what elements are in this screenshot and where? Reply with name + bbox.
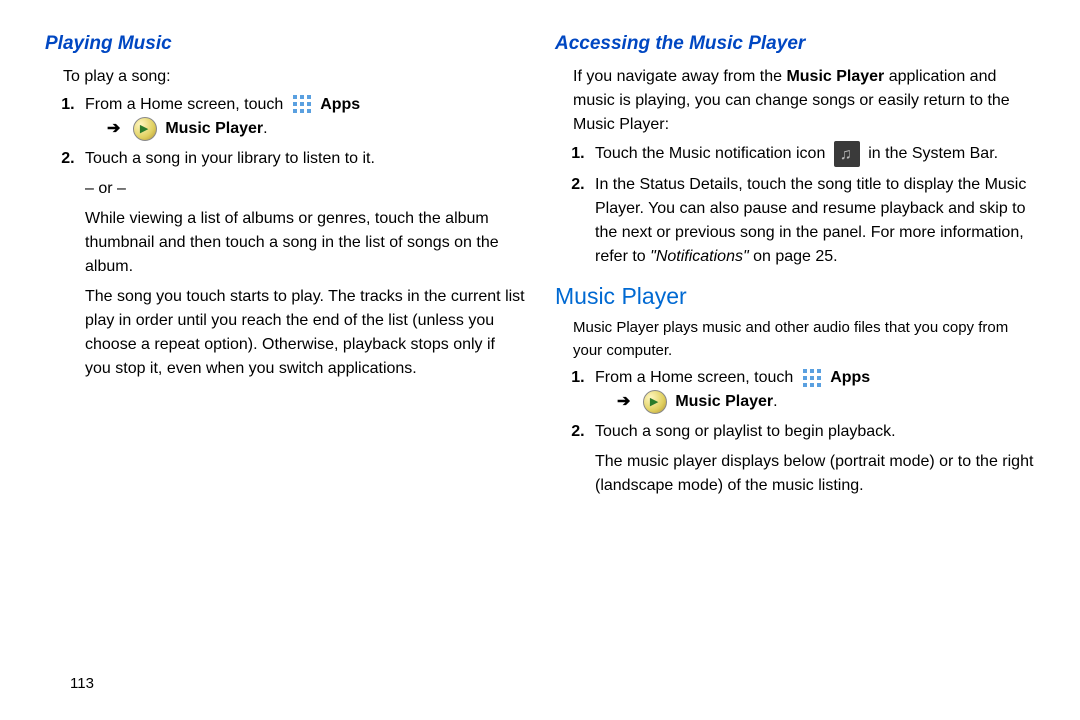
intro-text: To play a song: <box>63 65 525 89</box>
r2-step-1: From a Home screen, touch Apps ➔ Music P… <box>589 366 1035 414</box>
period: . <box>773 393 777 410</box>
left-steps: From a Home screen, touch Apps ➔ Music P… <box>79 93 525 381</box>
intro1-a: If you navigate away from the <box>573 68 786 85</box>
r1-step2-b: on page 25. <box>749 248 838 265</box>
step2-text-c: The song you touch starts to play. The t… <box>85 285 525 381</box>
r1-step-1: Touch the Music notification icon in the… <box>589 141 1035 167</box>
heading-music-player: Music Player <box>555 279 1035 314</box>
right-intro-2: Music Player plays music and other audio… <box>573 317 1035 362</box>
or-divider: – or – <box>85 177 525 201</box>
music-player-label: Music Player <box>165 120 263 137</box>
step2-text-a: Touch a song in your library to listen t… <box>85 150 375 167</box>
music-notification-icon <box>834 141 860 167</box>
period: . <box>263 120 267 137</box>
r2-note: The music player displays below (portrai… <box>595 450 1035 498</box>
left-column: Playing Music To play a song: From a Hom… <box>45 30 525 700</box>
arrow-icon: ➔ <box>107 117 120 141</box>
right-steps-1: Touch the Music notification icon in the… <box>589 141 1035 269</box>
intro1-bold: Music Player <box>786 68 884 85</box>
left-step-1: From a Home screen, touch Apps ➔ Music P… <box>79 93 525 141</box>
music-player-icon <box>643 390 667 414</box>
r2-step1-a: From a Home screen, touch <box>595 369 798 386</box>
apps-grid-icon <box>802 368 822 388</box>
right-intro-1: If you navigate away from the Music Play… <box>573 65 1035 137</box>
heading-accessing: Accessing the Music Player <box>555 30 1035 59</box>
apps-grid-icon <box>292 94 312 114</box>
r1-step2-ref: "Notifications" <box>650 248 749 265</box>
heading-playing-music: Playing Music <box>45 30 525 59</box>
manual-page: Playing Music To play a song: From a Hom… <box>0 0 1080 720</box>
apps-label: Apps <box>830 369 870 386</box>
left-step-2: Touch a song in your library to listen t… <box>79 147 525 381</box>
right-steps-2: From a Home screen, touch Apps ➔ Music P… <box>589 366 1035 498</box>
apps-label: Apps <box>320 96 360 113</box>
step1-text-a: From a Home screen, touch <box>85 96 288 113</box>
music-player-label: Music Player <box>675 393 773 410</box>
arrow-icon: ➔ <box>617 390 630 414</box>
r1-step1-b: in the System Bar. <box>868 145 998 162</box>
r2-step-2: Touch a song or playlist to begin playba… <box>589 420 1035 498</box>
music-player-icon <box>133 117 157 141</box>
step2-text-b: While viewing a list of albums or genres… <box>85 207 525 279</box>
page-number: 113 <box>70 675 94 692</box>
r1-step-2: In the Status Details, touch the song ti… <box>589 173 1035 269</box>
right-column: Accessing the Music Player If you naviga… <box>555 30 1035 700</box>
r1-step1-a: Touch the Music notification icon <box>595 145 830 162</box>
r2-step2-text: Touch a song or playlist to begin playba… <box>595 423 896 440</box>
